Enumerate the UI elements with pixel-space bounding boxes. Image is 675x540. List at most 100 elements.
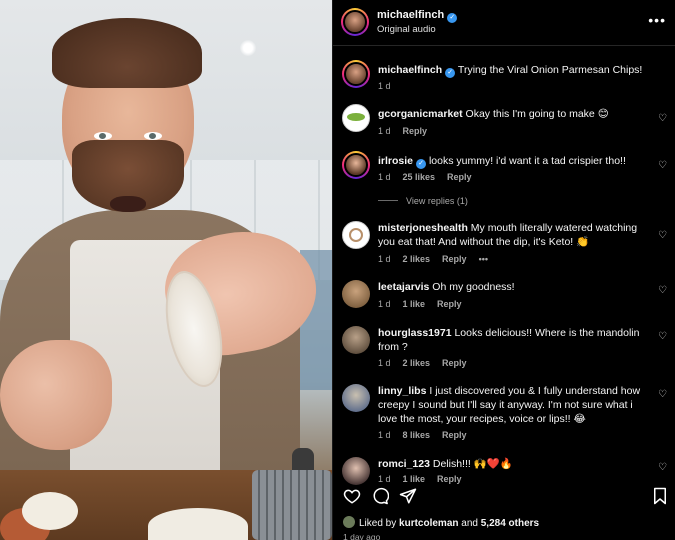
person-hair <box>52 18 202 88</box>
comment-username[interactable]: gcorganicmarket <box>378 108 463 120</box>
comment-likes[interactable]: 1 like <box>403 299 426 309</box>
onion-slices <box>148 508 248 540</box>
comment-time: 1 d <box>378 126 391 136</box>
caption-text: michaelfinch ✓ Trying the Viral Onion Par… <box>378 63 648 78</box>
caption-username[interactable]: michaelfinch <box>378 64 442 76</box>
comment-time: 1 d <box>378 358 391 368</box>
verified-badge-icon: ✓ <box>445 68 456 78</box>
like-heart-icon[interactable]: ♡ <box>658 286 668 296</box>
likes-summary: Liked by kurtcoleman and 5,284 others <box>343 516 539 529</box>
verified-badge-icon: ✓ <box>447 13 458 23</box>
comment-likes[interactable]: 2 likes <box>403 358 431 368</box>
verified-badge-icon: ✓ <box>416 159 427 169</box>
liked-prefix: Liked by <box>359 518 397 529</box>
caption-body: Trying the Viral Onion Parmesan Chips! <box>457 64 643 76</box>
reply-button[interactable]: Reply <box>447 172 472 182</box>
post-date: 1 day ago <box>343 532 381 540</box>
comment-meta: 1 d 8 likes Reply <box>378 430 479 440</box>
comment-username[interactable]: linny_libs <box>378 385 426 397</box>
comment-list[interactable]: michaelfinch ✓ Trying the Viral Onion Par… <box>333 47 675 487</box>
author-username[interactable]: michaelfinch <box>377 9 444 21</box>
comment-time: 1 d <box>378 172 391 182</box>
left-eye <box>94 132 112 140</box>
like-heart-icon[interactable]: ♡ <box>658 390 668 400</box>
comment-time: 1 d <box>378 299 391 309</box>
comment-text: linny_libs I just discovered you & I ful… <box>378 384 648 426</box>
like-heart-icon[interactable]: ♡ <box>658 161 668 171</box>
video-player[interactable] <box>0 0 332 540</box>
comment-text: hourglass1971 Looks delicious!! Where is… <box>378 326 648 354</box>
caption-avatar[interactable] <box>342 60 370 88</box>
comment-text: misterjoneshealth My mouth literally wat… <box>378 221 648 249</box>
reply-button[interactable]: Reply <box>442 430 467 440</box>
reply-button[interactable]: Reply <box>442 358 467 368</box>
onion-half <box>22 492 78 530</box>
liker-avatar[interactable] <box>343 516 355 528</box>
comment-username[interactable]: leetajarvis <box>378 281 429 293</box>
comment-avatar[interactable] <box>342 326 370 354</box>
reply-button[interactable]: Reply <box>437 299 462 309</box>
like-heart-icon[interactable]: ♡ <box>658 463 668 473</box>
author-username-row[interactable]: michaelfinch ✓ <box>377 9 458 23</box>
comment-text: romci_123 Delish!!! 🙌❤️🔥 <box>378 457 648 471</box>
like-heart-icon[interactable]: ♡ <box>658 231 668 241</box>
comment-time: 1 d <box>378 430 391 440</box>
comment-username[interactable]: misterjoneshealth <box>378 222 468 234</box>
comment-username[interactable]: hourglass1971 <box>378 327 452 339</box>
comment-text: gcorganicmarket Okay this I'm going to m… <box>378 107 648 121</box>
comment-avatar[interactable] <box>342 221 370 249</box>
ceiling-light <box>240 40 256 56</box>
comment-meta: 1 d 2 likes Reply ••• <box>378 254 500 264</box>
reply-button[interactable]: Reply <box>437 474 462 484</box>
comment-time: 1 d <box>378 474 391 484</box>
caption-time: 1 d <box>378 81 391 91</box>
comment-avatar[interactable] <box>342 384 370 412</box>
comment-avatar[interactable] <box>342 280 370 308</box>
post-header: michaelfinch ✓ Original audio ••• <box>333 0 675 46</box>
mandolin-slicer <box>252 470 332 540</box>
comment-body: Delish!!! 🙌❤️🔥 <box>432 458 513 470</box>
person-mouth <box>110 196 146 212</box>
comments-panel: michaelfinch ✓ Original audio ••• michael… <box>332 0 675 540</box>
more-options-icon[interactable]: ••• <box>648 12 666 28</box>
comment-likes[interactable]: 8 likes <box>403 430 431 440</box>
left-hand <box>0 340 112 450</box>
comment-avatar[interactable] <box>342 151 370 179</box>
comment-username[interactable]: irlrosie <box>378 155 413 167</box>
caption-meta: 1 d <box>378 81 403 91</box>
heart-icon[interactable] <box>343 487 361 505</box>
comment-avatar[interactable] <box>342 104 370 132</box>
liked-and: and <box>461 518 478 529</box>
bookmark-icon[interactable] <box>651 487 669 505</box>
comment-likes[interactable]: 2 likes <box>403 254 431 264</box>
liked-count[interactable]: 5,284 others <box>481 518 539 529</box>
share-icon[interactable] <box>399 487 417 505</box>
view-replies-link[interactable]: View replies (1) <box>378 196 468 206</box>
comment-body: Oh my goodness! <box>432 281 515 293</box>
reply-button[interactable]: Reply <box>403 126 428 136</box>
comment-body: looks yummy! i'd want it a tad crispier … <box>428 155 626 167</box>
liked-user[interactable]: kurtcoleman <box>399 518 458 529</box>
right-eye <box>144 132 162 140</box>
comment-more-icon[interactable]: ••• <box>479 254 488 264</box>
comment-body: Okay this I'm going to make 😊 <box>465 108 609 120</box>
audio-label[interactable]: Original audio <box>377 24 436 35</box>
reply-button[interactable]: Reply <box>442 254 467 264</box>
like-heart-icon[interactable]: ♡ <box>658 332 668 342</box>
comment-meta: 1 d 25 likes Reply <box>378 172 484 182</box>
comment-username[interactable]: romci_123 <box>378 458 430 470</box>
comment-text: irlrosie ✓ looks yummy! i'd want it a tad… <box>378 154 648 169</box>
comment-likes[interactable]: 25 likes <box>403 172 436 182</box>
comment-avatar[interactable] <box>342 457 370 485</box>
comment-meta: 1 d Reply <box>378 126 439 136</box>
comment-meta: 1 d 2 likes Reply <box>378 358 479 368</box>
action-bar <box>333 487 675 507</box>
comment-time: 1 d <box>378 254 391 264</box>
comment-likes[interactable]: 1 like <box>403 474 426 484</box>
author-avatar[interactable] <box>341 8 369 36</box>
comment-meta: 1 d 1 like Reply <box>378 299 474 309</box>
comment-icon[interactable] <box>371 487 389 505</box>
like-heart-icon[interactable]: ♡ <box>658 114 668 124</box>
comment-meta: 1 d 1 like Reply <box>378 474 474 484</box>
comment-text: leetajarvis Oh my goodness! <box>378 280 648 294</box>
